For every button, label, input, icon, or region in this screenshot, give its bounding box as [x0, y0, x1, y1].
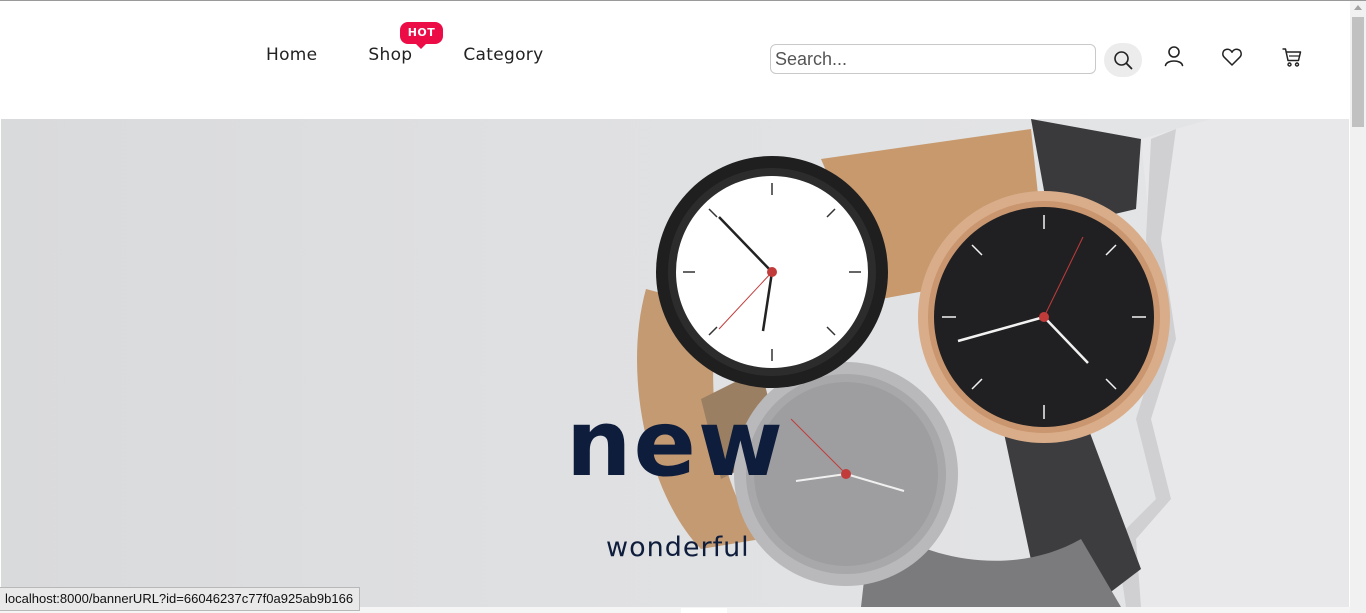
nav-item-category[interactable]: Category	[463, 45, 543, 65]
vertical-scrollbar[interactable]	[1350, 1, 1366, 613]
search-button[interactable]	[1104, 43, 1142, 77]
scrollbar-thumb[interactable]	[1352, 17, 1364, 127]
nav-item-shop[interactable]: Shop	[368, 45, 412, 65]
nav-item-home[interactable]: Home	[266, 45, 317, 65]
hot-badge: HOT	[400, 22, 443, 49]
user-icon[interactable]	[1163, 45, 1185, 67]
main-nav: Home Shop Category	[266, 45, 543, 65]
site-header: Home Shop Category HOT	[0, 1, 1350, 119]
cart-icon[interactable]	[1281, 46, 1303, 68]
hero-banner[interactable]: new wonderful	[1, 119, 1349, 607]
carousel-indicator[interactable]	[681, 608, 727, 613]
search-icon	[1114, 51, 1133, 70]
search-input[interactable]	[770, 44, 1096, 74]
heart-icon[interactable]	[1221, 46, 1243, 68]
banner-headline: new	[566, 390, 785, 497]
banner-subtitle: wonderful	[606, 532, 750, 563]
scroll-up-icon[interactable]	[1354, 5, 1362, 10]
status-bar-url: localhost:8000/bannerURL?id=66046237c77f…	[0, 587, 361, 611]
